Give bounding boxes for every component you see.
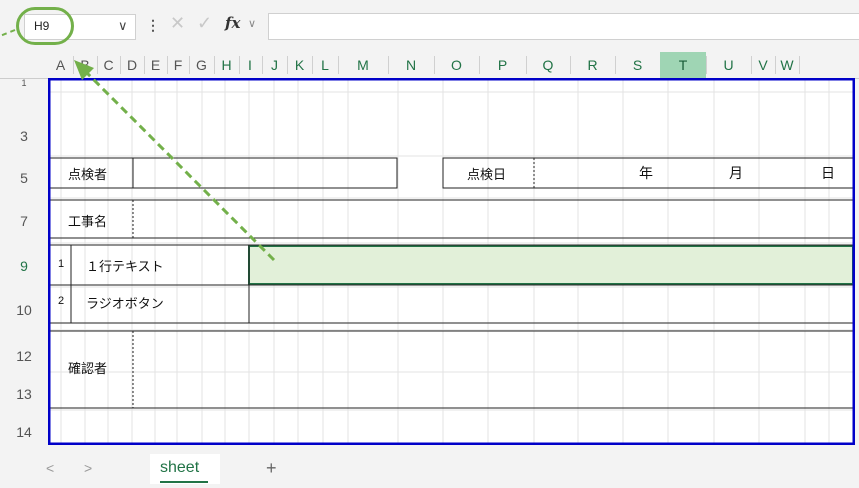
sheet-tab[interactable]: sheet: [150, 454, 220, 484]
sheet-tab-label: sheet: [160, 459, 200, 476]
annotation-arrow: [0, 29, 276, 262]
sheet-tab-bar: [0, 451, 859, 488]
sheet-tab-underline: [160, 481, 208, 483]
next-sheet-icon[interactable]: >: [84, 460, 92, 476]
add-sheet-icon[interactable]: +: [266, 458, 277, 479]
prev-sheet-icon[interactable]: <: [46, 460, 54, 476]
